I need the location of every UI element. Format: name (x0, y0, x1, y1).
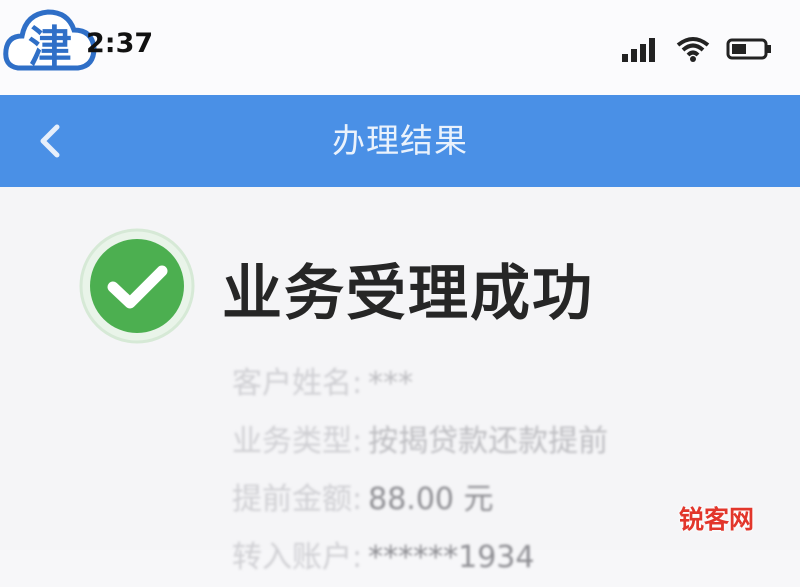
detail-label: 提前金额: (232, 482, 363, 517)
detail-list: 客户姓名: *** 业务类型: 按揭贷款还款提前 提前金额: 88.00 元 转入账户… (232, 355, 752, 587)
signal-icon (622, 38, 655, 62)
detail-value: ******1934 (368, 540, 535, 575)
status-bar: 津 2:37 (0, 0, 800, 95)
status-time: 2:37 (86, 28, 154, 59)
status-icons (622, 34, 772, 64)
watermark: 锐客网 (678, 505, 754, 534)
success-title: 业务受理成功 (222, 259, 594, 329)
detail-row-amount: 提前金额: 88.00 元 (232, 471, 752, 529)
wifi-icon (676, 37, 710, 62)
cloud-logo-icon: 津 (3, 9, 97, 73)
back-button[interactable] (24, 115, 76, 167)
battery-icon (726, 38, 771, 60)
detail-label: 客户姓名: (232, 366, 363, 401)
detail-label: 转入账户: (232, 540, 363, 575)
check-circle-icon (79, 228, 195, 344)
detail-value: 按揭贷款还款提前 (368, 424, 609, 459)
logo-glyph: 津 (28, 22, 72, 73)
result-content: 业务受理成功 客户姓名: *** 业务类型: 按揭贷款还款提前 提前金额: 88.00… (0, 187, 800, 575)
chevron-left-icon (40, 124, 60, 158)
nav-bar: 办理结果 (0, 95, 800, 187)
detail-row-business-type: 业务类型: 按揭贷款还款提前 (232, 413, 752, 471)
detail-label: 业务类型: (232, 424, 363, 459)
detail-value: 88.00 元 (368, 482, 494, 517)
detail-row-account: 转入账户: ******1934 (232, 529, 752, 587)
detail-value: *** (368, 366, 414, 401)
detail-row-customer-name: 客户姓名: *** (232, 355, 752, 413)
page-title: 办理结果 (332, 121, 468, 160)
